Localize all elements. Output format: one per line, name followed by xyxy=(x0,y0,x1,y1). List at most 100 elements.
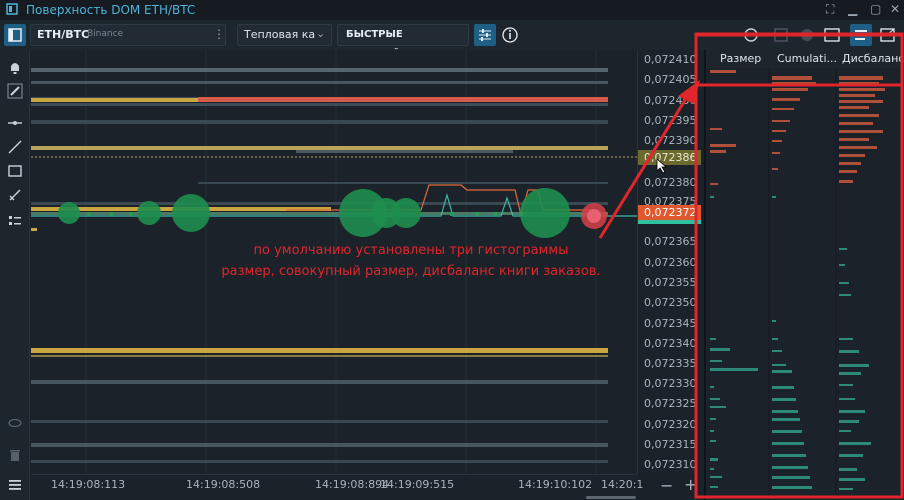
price-tick: 0,072360 xyxy=(644,256,697,269)
annotation-line-1: по умолчанию установлены три гистограммы xyxy=(253,243,569,258)
price-tick: 0,072350 xyxy=(644,296,697,309)
spread-marker xyxy=(638,220,701,224)
zoom-out-icon[interactable]: − xyxy=(660,476,673,495)
bid-price-value: 0,072372 xyxy=(644,206,697,219)
visibility-eye-icon[interactable] xyxy=(6,414,24,432)
price-tick: 0,072340 xyxy=(644,337,697,350)
cumulative-column-header[interactable]: Cumulati... xyxy=(777,52,837,65)
size-column-header[interactable]: Размер xyxy=(720,52,761,65)
level-bar xyxy=(296,150,513,153)
magnet-icon[interactable] xyxy=(6,186,24,204)
price-tick: 0,072390 xyxy=(644,134,697,147)
more-icon[interactable]: ⋮ xyxy=(213,27,225,41)
time-tick: 14:19:10:102 xyxy=(518,478,593,491)
level-bar xyxy=(31,120,608,124)
level-bar xyxy=(31,202,608,205)
alert-bell-icon[interactable] xyxy=(6,58,24,76)
drawing-tools-sidebar xyxy=(0,50,30,500)
level-bar xyxy=(31,68,608,72)
heatmap-canvas[interactable] xyxy=(31,50,637,474)
annotation-line-2: размер, совокупный размер, дисбаланс кни… xyxy=(221,264,601,279)
sidebar-toggle-button[interactable] xyxy=(4,24,26,46)
maximize-icon[interactable]: ▢ xyxy=(870,2,881,16)
window-title: Поверхность DOM ETH/BTC xyxy=(26,3,196,17)
refresh-icon[interactable] xyxy=(742,26,760,44)
level-bar xyxy=(31,98,198,102)
toolbar: ETH/BTC Binance ⋮ Тепловая ка ⌄ БЫСТРЫЕ … xyxy=(0,20,904,60)
price-tick: 0,072365 xyxy=(644,235,697,248)
clear-icon[interactable] xyxy=(798,26,816,44)
quick-settings-button[interactable]: БЫСТРЫЕ НАСТРОЙКИ xyxy=(337,24,469,60)
menu-list-icon[interactable] xyxy=(6,476,24,494)
price-tick: 0,072405 xyxy=(644,73,697,86)
level-bar xyxy=(31,146,608,150)
sliders-icon xyxy=(479,29,491,41)
app-logo-icon xyxy=(6,3,18,15)
histogram-toggle-button[interactable] xyxy=(850,24,872,46)
horizontal-line-icon[interactable] xyxy=(6,114,24,132)
minimize-icon[interactable]: ▁ xyxy=(848,2,857,16)
price-tick: 0,072400 xyxy=(644,94,697,107)
panel-icon xyxy=(8,28,22,42)
exchange-label: Binance xyxy=(87,29,124,39)
trend-line-icon[interactable] xyxy=(6,138,24,156)
imbalance-column-header[interactable]: Дисбаланс xyxy=(842,52,904,65)
horizontal-scrollbar[interactable] xyxy=(586,496,636,499)
title-bar: Поверхность DOM ETH/BTC ⛶ ▁ ▢ ✕ xyxy=(0,0,904,20)
level-bar xyxy=(31,103,608,106)
level-bar xyxy=(31,228,37,231)
mode-select[interactable]: Тепловая ка ⌄ xyxy=(237,24,332,46)
histogram-bars xyxy=(710,68,885,500)
filters-button[interactable] xyxy=(474,24,496,46)
layout-icon[interactable] xyxy=(822,26,842,44)
fullscreen-icon[interactable]: ⛶ xyxy=(826,2,834,17)
level-bar xyxy=(31,460,608,463)
grid-icon[interactable] xyxy=(772,26,790,44)
level-bar xyxy=(31,380,608,384)
close-icon[interactable]: ✕ xyxy=(890,2,900,16)
price-axis[interactable]: 0,072410 0,072405 0,072400 0,072395 0,07… xyxy=(637,50,702,474)
price-tick: 0,072315 xyxy=(644,438,697,451)
level-bar xyxy=(31,420,608,423)
bid-price-marker: 0,072372 xyxy=(638,205,701,220)
export-icon[interactable] xyxy=(878,26,898,44)
price-tick: 0,072320 xyxy=(644,418,697,431)
time-tick: 14:19:08:113 xyxy=(51,478,126,491)
time-axis[interactable]: 14:19:08:113 14:19:08:508 14:19:08:894 1… xyxy=(31,474,643,500)
price-tick: 0,072325 xyxy=(644,397,697,410)
mode-select-value: Тепловая ка xyxy=(244,28,316,41)
histogram-icon xyxy=(855,30,867,40)
zoom-in-icon[interactable]: + xyxy=(684,475,697,494)
price-tick: 0,072395 xyxy=(644,114,697,127)
info-icon xyxy=(502,27,518,43)
ask-price-marker: 0,072386 xyxy=(638,150,701,165)
price-tick: 0,072330 xyxy=(644,377,697,390)
ask-price-value: 0,072386 xyxy=(644,151,697,164)
objects-list-icon[interactable] xyxy=(6,212,24,230)
level-bar xyxy=(31,81,608,84)
histogram-panel: Размер Cumulati... Дисбаланс xyxy=(704,50,904,500)
time-tick: 14:19:09:515 xyxy=(380,478,455,491)
symbol-label: ETH/BTC xyxy=(37,28,90,41)
symbol-selector[interactable]: ETH/BTC Binance ⋮ xyxy=(30,24,226,46)
mouse-cursor-icon xyxy=(656,158,668,174)
pencil-icon[interactable] xyxy=(6,82,24,100)
chevron-down-icon: ⌄ xyxy=(316,27,326,40)
price-tick: 0,072355 xyxy=(644,276,697,289)
level-bar xyxy=(31,348,608,353)
price-tick: 0,072380 xyxy=(644,176,697,189)
price-tick: 0,072335 xyxy=(644,357,697,370)
price-tick: 0,072345 xyxy=(644,317,697,330)
price-tick: 0,072310 xyxy=(644,458,697,471)
level-bar xyxy=(31,355,608,357)
heatmap-chart[interactable]: по умолчанию установлены три гистограммы… xyxy=(31,50,637,474)
trash-icon[interactable] xyxy=(6,446,24,464)
level-bar xyxy=(198,182,608,184)
histogram-header: Размер Cumulati... Дисбаланс xyxy=(706,50,904,68)
time-tick: 14:19:08:894 xyxy=(315,478,390,491)
time-tick: 14:20:1 xyxy=(601,478,644,491)
rectangle-icon[interactable] xyxy=(6,162,24,180)
level-bar xyxy=(198,97,608,102)
price-tick: 0,072410 xyxy=(644,53,697,66)
info-button[interactable] xyxy=(500,24,520,46)
